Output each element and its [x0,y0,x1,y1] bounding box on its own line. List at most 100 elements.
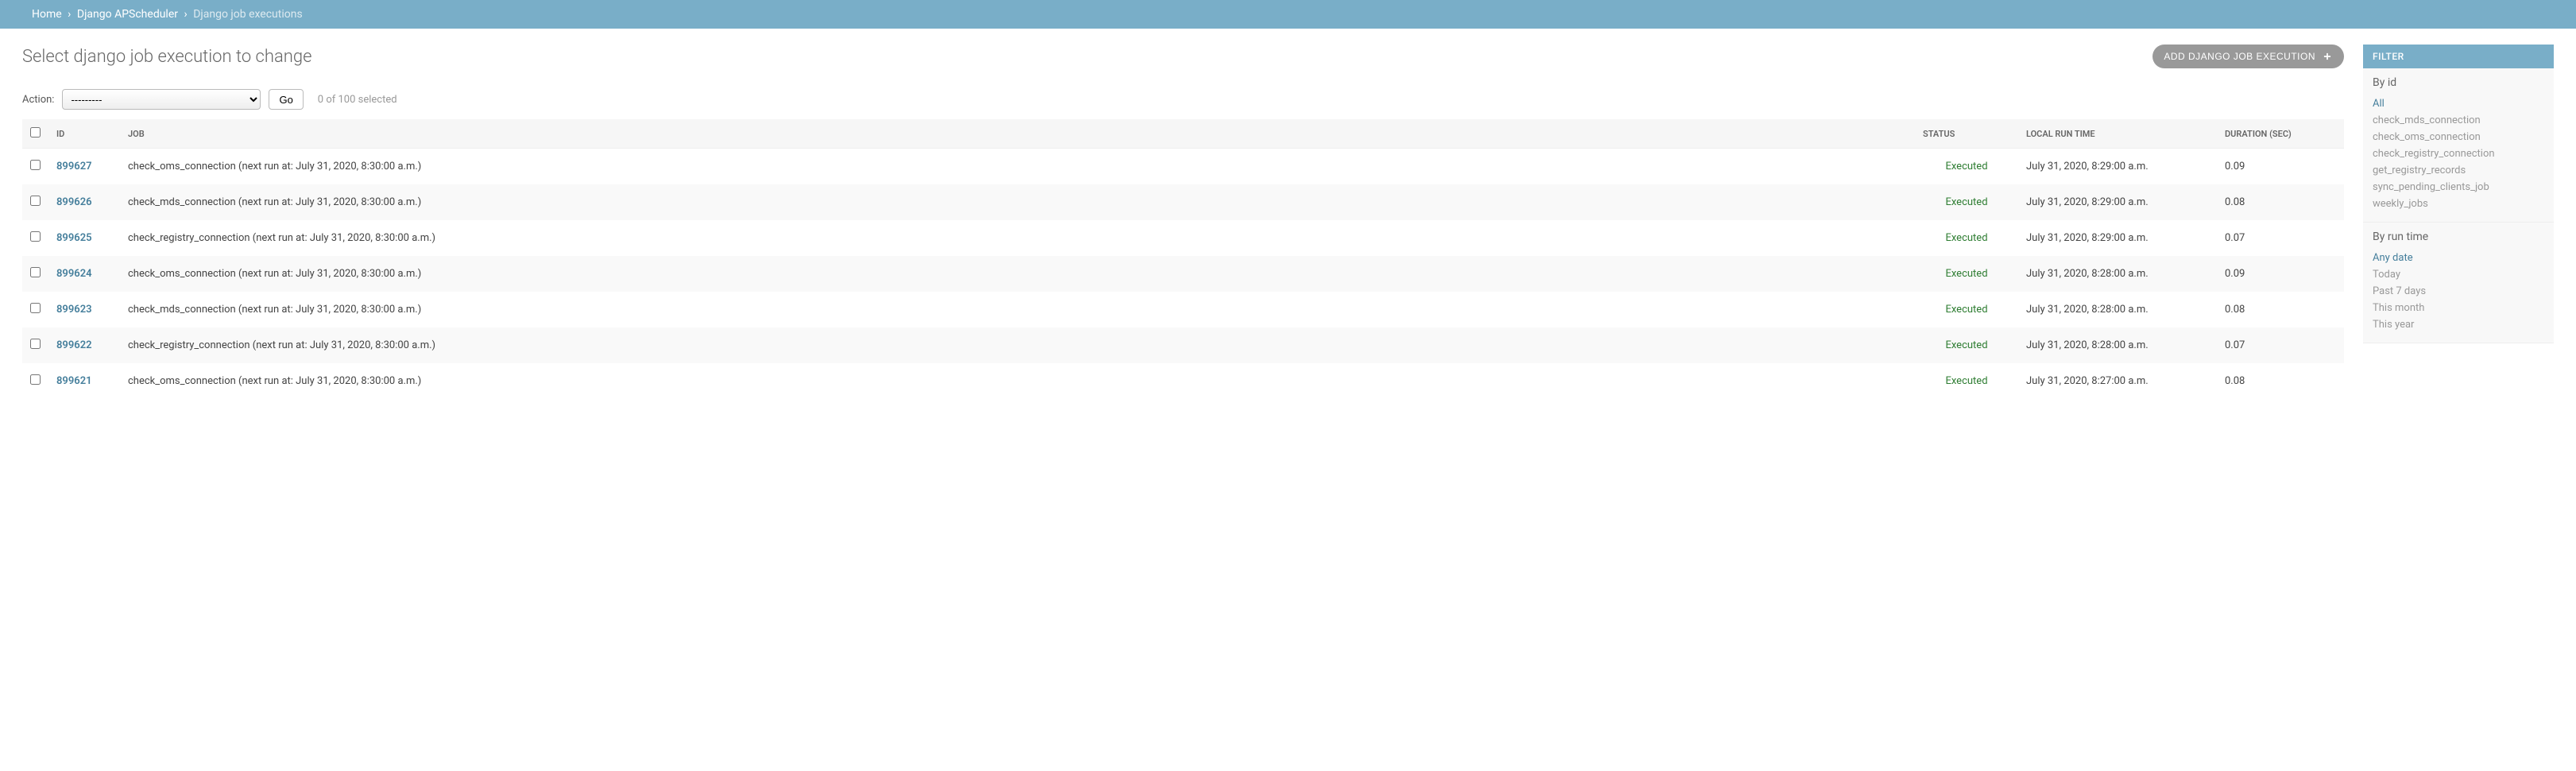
row-duration: 0.09 [2217,149,2344,185]
row-runtime: July 31, 2020, 8:28:00 a.m. [2018,256,2217,292]
action-label: Action: [22,94,54,106]
filter-id-link[interactable]: check_registry_connection [2373,148,2495,160]
row-duration: 0.07 [2217,327,2344,363]
filter-id-item: check_mds_connection [2373,112,2544,129]
row-checkbox[interactable] [30,160,41,170]
row-id-link[interactable]: 899621 [56,375,92,387]
row-status: Executed [1945,196,1987,208]
row-checkbox[interactable] [30,374,41,385]
filter-by-id: By id All check_mds_connection check_oms_c… [2363,68,2554,223]
filter-runtime-link[interactable]: Past 7 days [2373,285,2426,297]
filter-by-runtime-title: By run time [2373,231,2544,243]
col-header-job[interactable]: JOB [120,119,1915,149]
filter-by-runtime: By run time Any date Today Past 7 days This… [2363,223,2554,343]
row-id-link[interactable]: 899623 [56,304,92,316]
row-duration: 0.08 [2217,292,2344,327]
filter-runtime-item: Past 7 days [2373,283,2544,300]
row-runtime: July 31, 2020, 8:29:00 a.m. [2018,184,2217,220]
filter-id-item: check_registry_connection [2373,145,2544,162]
row-duration: 0.07 [2217,220,2344,256]
filter-panel: FILTER By id All check_mds_connectionchec… [2363,45,2554,343]
add-job-execution-button[interactable]: ADD DJANGO JOB EXECUTION [2152,45,2344,68]
breadcrumb-sep: › [68,8,71,21]
filter-runtime-link[interactable]: This month [2373,302,2424,314]
row-runtime: July 31, 2020, 8:28:00 a.m. [2018,292,2217,327]
table-row: 899625 check_registry_connection (next ru… [22,220,2344,256]
row-runtime: July 31, 2020, 8:29:00 a.m. [2018,149,2217,185]
breadcrumb-sep: › [184,8,188,21]
filter-by-id-title: By id [2373,76,2544,89]
filter-runtime-item: Today [2373,266,2544,283]
row-status: Executed [1945,268,1987,280]
row-job: check_mds_connection (next run at: July … [120,292,1915,327]
breadcrumb-current: Django job executions [193,8,303,21]
row-checkbox[interactable] [30,231,41,242]
col-header-status[interactable]: STATUS [1915,119,2018,149]
filter-id-item: sync_pending_clients_job [2373,179,2544,196]
select-all-checkbox[interactable] [30,127,41,138]
filter-id-link[interactable]: All [2373,98,2385,110]
table-row: 899623 check_mds_connection (next run at:… [22,292,2344,327]
row-runtime: July 31, 2020, 8:28:00 a.m. [2018,327,2217,363]
row-checkbox[interactable] [30,267,41,277]
filter-runtime-link[interactable]: Any date [2373,252,2413,264]
table-row: 899621 check_oms_connection (next run at:… [22,363,2344,399]
row-runtime: July 31, 2020, 8:29:00 a.m. [2018,220,2217,256]
row-id-link[interactable]: 899624 [56,268,92,280]
row-job: check_oms_connection (next run at: July … [120,363,1915,399]
filter-runtime-link[interactable]: This year [2373,319,2414,331]
add-button-label: ADD DJANGO JOB EXECUTION [2164,51,2315,62]
table-row: 899627 check_oms_connection (next run at:… [22,149,2344,185]
action-select[interactable]: --------- [62,89,261,110]
col-header-id[interactable]: ID [48,119,120,149]
row-status: Executed [1945,339,1987,351]
row-id-link[interactable]: 899622 [56,339,92,351]
go-button[interactable]: Go [269,89,303,110]
row-job: check_oms_connection (next run at: July … [120,149,1915,185]
row-duration: 0.08 [2217,184,2344,220]
filter-runtime-link[interactable]: Today [2373,269,2400,281]
breadcrumb-home[interactable]: Home [32,8,62,21]
row-runtime: July 31, 2020, 8:27:00 a.m. [2018,363,2217,399]
filter-id-link[interactable]: check_oms_connection [2373,131,2481,143]
table-row: 899622 check_registry_connection (next ru… [22,327,2344,363]
row-job: check_oms_connection (next run at: July … [120,256,1915,292]
row-checkbox[interactable] [30,303,41,313]
row-duration: 0.08 [2217,363,2344,399]
filter-id-item: All [2373,95,2544,112]
filter-id-link[interactable]: check_mds_connection [2373,114,2481,126]
breadcrumb: Home › Django APScheduler › Django job e… [0,0,2576,29]
row-job: check_registry_connection (next run at: … [120,220,1915,256]
row-id-link[interactable]: 899625 [56,232,92,244]
col-header-runtime[interactable]: LOCAL RUN TIME [2018,119,2217,149]
page-title: Select django job execution to change [22,47,311,67]
filter-header: FILTER [2363,45,2554,68]
row-checkbox[interactable] [30,339,41,349]
selection-counter: 0 of 100 selected [318,94,397,106]
filter-id-item: get_registry_records [2373,162,2544,179]
filter-id-item: weekly_jobs [2373,196,2544,212]
row-status: Executed [1945,375,1987,387]
row-id-link[interactable]: 899626 [56,196,92,208]
plus-icon [2322,51,2333,62]
filter-runtime-item: This year [2373,316,2544,333]
row-status: Executed [1945,232,1987,244]
filter-id-item: check_oms_connection [2373,129,2544,145]
row-status: Executed [1945,304,1987,316]
table-row: 899624 check_oms_connection (next run at:… [22,256,2344,292]
row-status: Executed [1945,161,1987,172]
results-table: ID JOB STATUS LOCAL RUN TIME DURATION (S… [22,119,2344,399]
row-job: check_registry_connection (next run at: … [120,327,1915,363]
row-duration: 0.09 [2217,256,2344,292]
col-header-duration[interactable]: DURATION (SEC) [2217,119,2344,149]
row-checkbox[interactable] [30,196,41,206]
filter-id-link[interactable]: weekly_jobs [2373,198,2428,210]
filter-id-link[interactable]: sync_pending_clients_job [2373,181,2489,193]
filter-runtime-item: Any date [2373,250,2544,266]
row-id-link[interactable]: 899627 [56,161,92,172]
table-row: 899626 check_mds_connection (next run at:… [22,184,2344,220]
filter-id-link[interactable]: get_registry_records [2373,165,2466,176]
filter-runtime-item: This month [2373,300,2544,316]
breadcrumb-app[interactable]: Django APScheduler [77,8,178,21]
row-job: check_mds_connection (next run at: July … [120,184,1915,220]
